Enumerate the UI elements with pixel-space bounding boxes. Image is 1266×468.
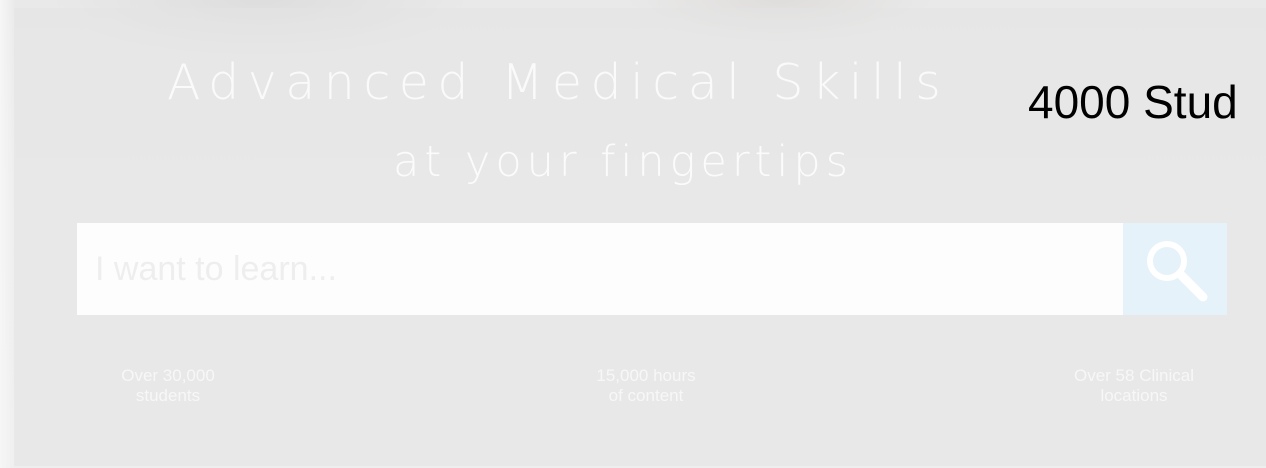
stat-content-hours-line1: 15,000 hours: [596, 366, 696, 385]
stat-clinical-locations-line2: locations: [1100, 386, 1168, 405]
stat-students-line2: students: [135, 386, 201, 405]
stat-content-hours-line2: of content: [608, 386, 684, 405]
search-icon: [1147, 241, 1208, 302]
stat-students: Over 30,000 students: [98, 366, 238, 406]
stat-clinical-locations: Over 58 Clinical locations: [1052, 366, 1216, 406]
stat-content-hours: 15,000 hours of content: [566, 366, 726, 406]
stat-clinical-locations-line1: Over 58 Clinical: [1074, 366, 1194, 385]
search-bar: [77, 223, 1227, 315]
hero-subtitle: at your fingertips: [393, 137, 854, 187]
hero-title: Advanced Medical Skills: [167, 54, 950, 111]
students-count-overlay: 4000 Stud: [1028, 76, 1238, 128]
stat-students-line1: Over 30,000: [121, 366, 215, 385]
hero-section: Advanced Medical Skills at your fingerti…: [0, 0, 1266, 468]
search-input[interactable]: [77, 223, 1123, 315]
search-button[interactable]: [1123, 223, 1227, 315]
